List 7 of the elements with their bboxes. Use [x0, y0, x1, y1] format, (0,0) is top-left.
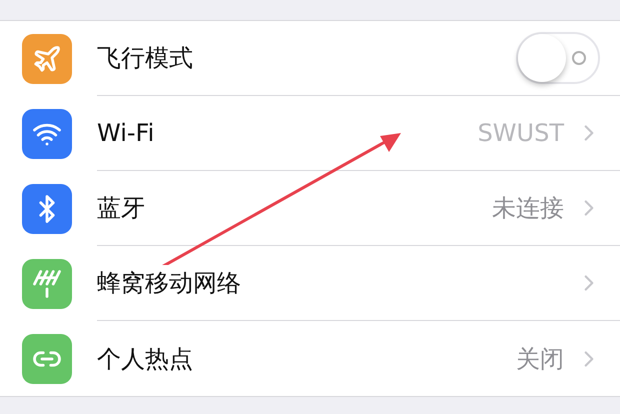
setting-value: SWUST: [478, 118, 564, 149]
airplane-icon: [32, 44, 62, 74]
setting-label: 蜂窝移动网络: [97, 265, 241, 301]
toggle-switch[interactable]: [516, 32, 600, 84]
antenna-icon: [32, 268, 62, 298]
setting-value: 关闭: [516, 344, 564, 374]
setting-value: 未连接: [492, 193, 564, 224]
